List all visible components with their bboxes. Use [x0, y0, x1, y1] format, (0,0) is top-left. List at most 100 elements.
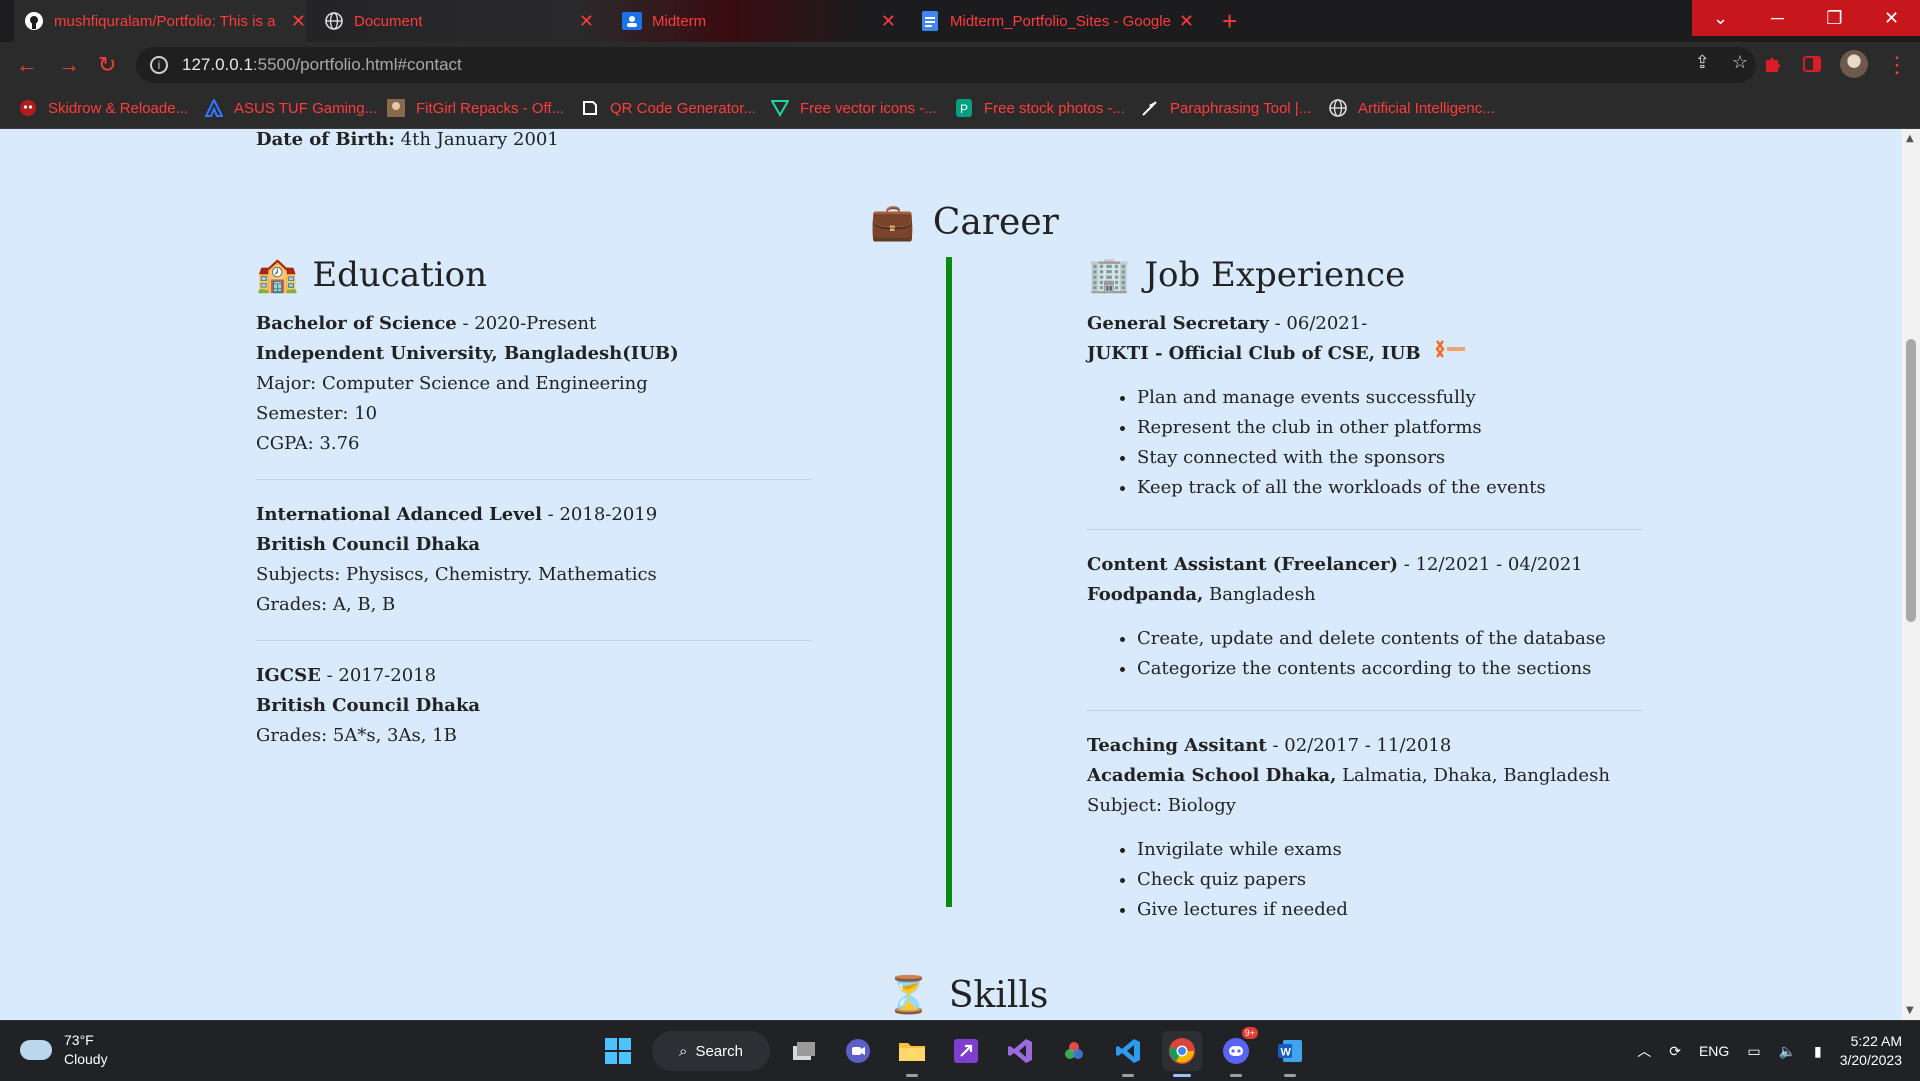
teams-chat-icon[interactable]: [838, 1031, 878, 1071]
language-indicator[interactable]: ENG: [1699, 1043, 1729, 1059]
bookmark-item[interactable]: Skidrow & Reloade...: [18, 88, 188, 128]
bookmark-item[interactable]: FitGirl Repacks - Off...: [386, 88, 564, 128]
tab-title: Midterm_Portfolio_Sites - Google: [950, 12, 1171, 30]
tab-title: Midterm: [652, 12, 707, 30]
portfolio-page: Date of Birth: 4th January 2001 💼 Career…: [0, 129, 1920, 1020]
bookmark-label: Paraphrasing Tool |...: [1170, 99, 1312, 117]
globe-icon: [324, 11, 344, 31]
clip-editor-icon[interactable]: [946, 1031, 986, 1071]
bookmark-item[interactable]: Artificial Intelligenc...: [1328, 88, 1495, 128]
back-arrow-icon[interactable]: ←: [16, 52, 38, 78]
chrome-icon[interactable]: [1162, 1031, 1202, 1077]
search-label: Search: [695, 1042, 743, 1060]
sidebar-panel-icon[interactable]: [1802, 54, 1822, 74]
discord-icon[interactable]: 9+: [1216, 1027, 1258, 1077]
school-icon: 🏫: [256, 255, 299, 295]
list-item: Plan and manage events successfully: [1137, 383, 1643, 413]
bookmark-item[interactable]: Paraphrasing Tool |...: [1140, 88, 1311, 128]
job-entry: Teaching Assitant - 02/2017 - 11/2018 Ac…: [1087, 731, 1643, 925]
responsibilities-list: Plan and manage events successfully Repr…: [1087, 383, 1643, 503]
time: 5:22 AM: [1850, 1033, 1902, 1049]
tab-document[interactable]: Document ✕: [324, 0, 594, 42]
office-building-icon: 🏢: [1088, 255, 1131, 295]
bookmark-label: QR Code Generator...: [610, 99, 756, 117]
role: Teaching Assitant: [1087, 735, 1267, 756]
list-item: Invigilate while exams: [1137, 835, 1643, 865]
github-icon: [24, 11, 44, 31]
svg-text:P: P: [960, 102, 968, 116]
education-separator: [256, 640, 812, 641]
tab-github[interactable]: mushfiquralam/Portfolio: This is a ✕: [14, 0, 306, 42]
asus-tuf-icon: [204, 98, 224, 118]
bookmark-item[interactable]: ASUS TUF Gaming...: [204, 88, 377, 128]
clock[interactable]: 5:22 AM 3/20/2023: [1840, 1032, 1902, 1070]
career-title: Career: [932, 201, 1059, 243]
url-path: :5500/portfolio.html#contact: [252, 55, 462, 74]
skull-icon: [18, 98, 38, 118]
davinci-resolve-icon[interactable]: [1054, 1031, 1094, 1071]
tab-google-docs[interactable]: Midterm_Portfolio_Sites - Google ✕: [920, 0, 1194, 42]
address-bar[interactable]: i 127.0.0.1:5500/portfolio.html#contact …: [136, 47, 1756, 83]
bookmark-item[interactable]: Free vector icons -...: [770, 88, 937, 128]
detail: Major: Computer Science and Engineering: [256, 373, 648, 394]
taskbar-search-button[interactable]: ⌕ Search: [652, 1031, 770, 1071]
detail: Grades: 5A*s, 3As, 1B: [256, 725, 457, 746]
word-icon[interactable]: W: [1270, 1031, 1310, 1077]
volume-icon[interactable]: 🔈: [1779, 1043, 1796, 1060]
task-view-icon[interactable]: [784, 1031, 824, 1071]
close-tab-icon[interactable]: ✕: [579, 11, 594, 32]
forward-arrow-icon[interactable]: →: [58, 52, 80, 78]
scrollbar-thumb[interactable]: [1906, 339, 1916, 622]
sync-icon[interactable]: ⟳: [1669, 1043, 1681, 1060]
education-entry: International Adanced Level - 2018-2019 …: [256, 500, 812, 620]
site-info-icon[interactable]: i: [150, 56, 168, 74]
reload-icon[interactable]: ↻: [98, 52, 116, 78]
scroll-up-arrow-icon[interactable]: ▲: [1906, 133, 1914, 144]
cloud-icon: [20, 1040, 52, 1060]
scroll-down-arrow-icon[interactable]: ▼: [1906, 1005, 1914, 1016]
bookmark-star-icon[interactable]: ☆: [1732, 52, 1748, 73]
responsibilities-list: Invigilate while exams Check quiz papers…: [1087, 835, 1643, 925]
hourglass-icon: ⏳: [886, 975, 931, 1016]
minimize-button[interactable]: ─: [1749, 0, 1806, 36]
bookmark-label: Free vector icons -...: [800, 99, 937, 117]
share-icon[interactable]: ⇪: [1695, 52, 1710, 73]
page-scrollbar[interactable]: ▲ ▼: [1902, 129, 1920, 1020]
list-item: Represent the club in other platforms: [1137, 413, 1643, 443]
institution: British Council Dhaka: [256, 695, 481, 716]
job-separator: [1087, 529, 1643, 530]
close-tab-icon[interactable]: ✕: [1179, 11, 1194, 32]
profile-avatar[interactable]: [1840, 50, 1868, 78]
skills-heading: ⏳ Skills: [886, 974, 1048, 1017]
tab-bar: mushfiquralam/Portfolio: This is a ✕ Doc…: [0, 0, 1920, 42]
menu-kebab-icon[interactable]: ⋮: [1886, 52, 1908, 78]
close-tab-icon[interactable]: ✕: [881, 11, 896, 32]
tab-search-chevron-icon[interactable]: ⌄: [1692, 0, 1749, 36]
file-explorer-icon[interactable]: [892, 1031, 932, 1077]
date-of-birth: Date of Birth: 4th January 2001: [256, 129, 559, 150]
close-window-button[interactable]: ✕: [1863, 0, 1920, 36]
visual-studio-icon[interactable]: [1000, 1031, 1040, 1071]
bookmark-item[interactable]: P Free stock photos -...: [954, 88, 1125, 128]
qr-code-icon: [580, 98, 600, 118]
vscode-icon[interactable]: [1108, 1031, 1148, 1077]
period: - 2018-2019: [541, 504, 658, 525]
url-text: 127.0.0.1:5500/portfolio.html#contact: [182, 55, 462, 75]
network-icon[interactable]: ▭: [1747, 1043, 1760, 1060]
battery-icon[interactable]: ▮: [1814, 1043, 1822, 1060]
svg-text:W: W: [1281, 1047, 1292, 1059]
restore-button[interactable]: ❐: [1806, 0, 1863, 36]
weather-widget[interactable]: 73°F Cloudy: [20, 1031, 108, 1069]
tab-title: Document: [354, 12, 423, 30]
chevron-up-icon[interactable]: ︿: [1637, 1041, 1651, 1061]
bookmark-item[interactable]: QR Code Generator...: [580, 88, 756, 128]
education-separator: [256, 479, 812, 480]
period: - 02/2017 - 11/2018: [1266, 735, 1452, 756]
close-tab-icon[interactable]: ✕: [291, 11, 306, 32]
tab-midterm[interactable]: Midterm ✕: [622, 0, 896, 42]
detail: Grades: A, B, B: [256, 594, 396, 615]
bookmark-label: Artificial Intelligenc...: [1358, 99, 1495, 117]
extension-puzzle-icon[interactable]: [1762, 54, 1782, 74]
windows-start-icon[interactable]: [598, 1031, 638, 1071]
new-tab-button[interactable]: +: [1222, 6, 1237, 37]
